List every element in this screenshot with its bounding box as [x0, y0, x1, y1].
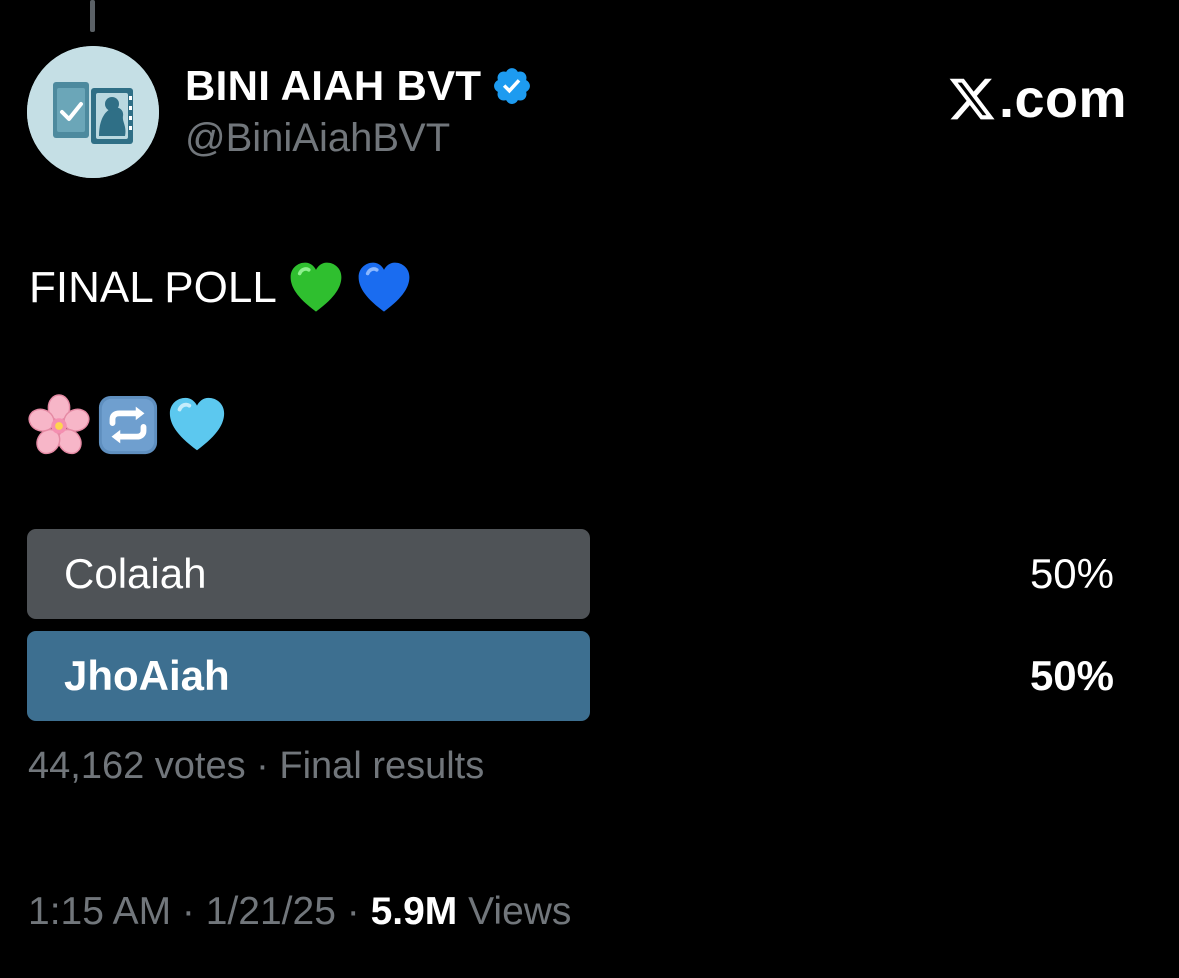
author-display-name[interactable]: BINI AIAH BVT	[185, 62, 481, 110]
light-blue-heart-icon	[169, 397, 225, 451]
tweet-time[interactable]: 1:15 AM	[28, 890, 171, 933]
poll-option-label: Colaiah	[64, 550, 207, 597]
poll-option-winner: JhoAiah 50%	[27, 631, 1117, 721]
brand-domain: .com	[998, 69, 1127, 129]
poll-meta: 44,162 votes · Final results	[28, 745, 484, 788]
views-count[interactable]: 5.9M	[371, 890, 458, 933]
poll-option: Colaiah 50%	[27, 529, 1117, 619]
views-label: Views	[457, 890, 572, 933]
verified-badge-icon	[494, 68, 531, 104]
tweet-emoji-line	[28, 394, 235, 456]
brand-watermark: .com	[947, 68, 1127, 130]
author-handle[interactable]: @BiniAiahBVT	[185, 116, 450, 161]
poll-option-percent: 50%	[1029, 550, 1114, 597]
avatar-image	[27, 46, 159, 178]
footer-separator: ·	[335, 890, 371, 933]
poll-votes: 44,162 votes	[28, 745, 246, 787]
x-logo-icon	[949, 78, 995, 120]
tweet-date[interactable]: 1/21/25	[206, 890, 336, 933]
author-name-row[interactable]: BINI AIAH BVT	[185, 62, 533, 110]
green-heart-icon	[290, 262, 342, 312]
cherry-blossom-icon	[28, 394, 90, 455]
poll-option-percent: 50%	[1029, 652, 1114, 699]
tweet-text-content: FINAL POLL	[29, 263, 277, 312]
avatar[interactable]	[27, 46, 159, 178]
poll-meta-separator: ·	[245, 745, 280, 787]
blue-heart-icon	[358, 262, 410, 312]
footer-separator: ·	[171, 890, 206, 933]
poll-status: Final results	[279, 745, 485, 787]
repeat-icon	[98, 395, 158, 455]
tweet-text: FINAL POLL	[29, 258, 413, 318]
poll-option-label: JhoAiah	[64, 652, 230, 699]
tweet-timestamp-row[interactable]: 1:15 AM · 1/21/25 · 5.9M Views	[28, 890, 571, 934]
thread-connector-line	[90, 0, 95, 32]
